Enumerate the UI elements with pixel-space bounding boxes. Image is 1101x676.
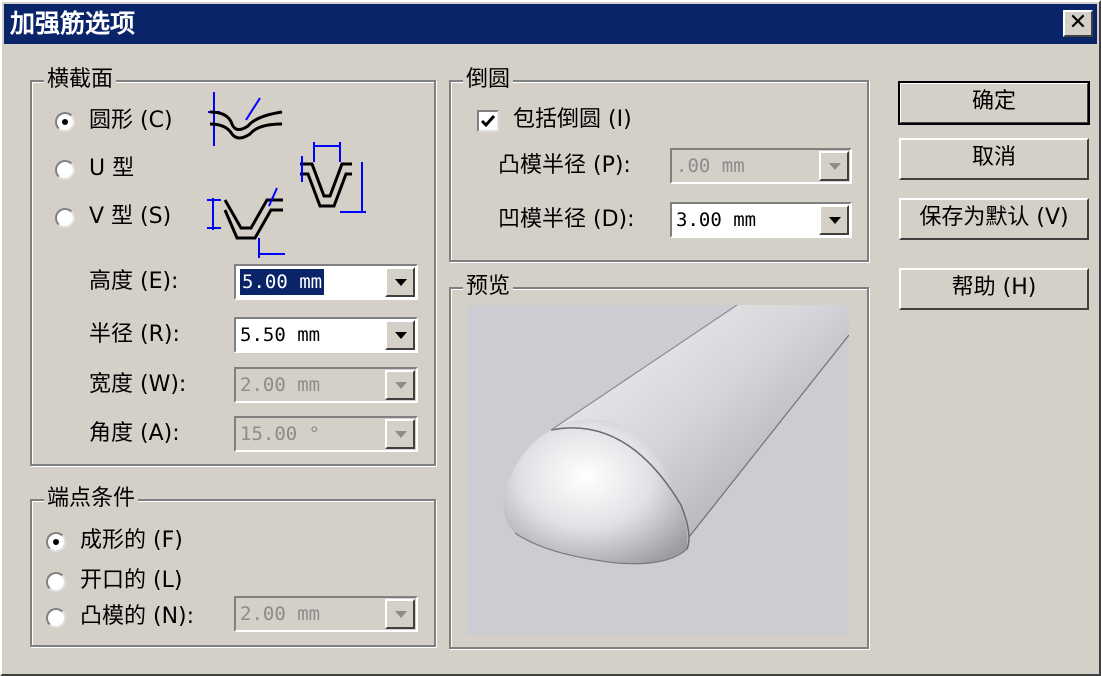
end-condition-legend: 端点条件 <box>44 485 139 513</box>
punch-combo: 2.00 mm <box>234 596 418 632</box>
radio-v-shape[interactable] <box>55 208 75 228</box>
radio-u-shape-label[interactable]: U 型 <box>89 155 134 183</box>
circular-profile-icon <box>208 92 283 146</box>
radio-circular-label[interactable]: 圆形 (C) <box>89 107 173 135</box>
chevron-down-icon[interactable] <box>385 267 415 297</box>
ok-button[interactable]: 确定 <box>898 81 1090 125</box>
help-button[interactable]: 帮助 (H) <box>899 268 1089 310</box>
radio-punch[interactable] <box>46 608 66 628</box>
radio-circular[interactable] <box>55 112 75 132</box>
width-combo: 2.00 mm <box>234 367 418 403</box>
checkmark-icon <box>480 115 496 128</box>
width-label: 宽度 (W): <box>89 372 187 397</box>
radius-label: 半径 (R): <box>89 322 180 347</box>
save-default-button[interactable]: 保存为默认 (V) <box>899 198 1089 240</box>
rib-preview-image <box>503 305 849 565</box>
include-fillet-label[interactable]: 包括倒圆 (I) <box>513 106 632 134</box>
punch-radius-value: .00 mm <box>676 155 745 177</box>
radio-formed-label[interactable]: 成形的 (F) <box>80 527 183 555</box>
punch-radius-combo: .00 mm <box>670 148 852 184</box>
include-fillet-checkbox[interactable] <box>477 110 499 132</box>
title-bar[interactable]: 加强筋选项 ✕ <box>4 4 1097 44</box>
radio-punch-label[interactable]: 凸模的 (N): <box>80 603 194 631</box>
chevron-down-icon <box>385 599 415 629</box>
dialog-title: 加强筋选项 <box>10 9 136 38</box>
dialog-window: 加强筋选项 ✕ 横截面 圆形 (C) U 型 V 型 (S) 高度 (E): 5… <box>0 0 1101 676</box>
cross-section-legend: 横截面 <box>44 66 117 94</box>
chevron-down-icon <box>385 370 415 400</box>
fillet-legend: 倒圆 <box>463 66 514 94</box>
punch-value: 2.00 mm <box>240 603 321 625</box>
radio-v-shape-label[interactable]: V 型 (S) <box>89 203 171 231</box>
chevron-down-icon <box>819 151 849 181</box>
radio-open[interactable] <box>46 572 66 592</box>
height-value[interactable]: 5.00 mm <box>240 269 325 295</box>
preview-canvas <box>467 305 849 635</box>
v-profile-icon <box>207 187 285 258</box>
radius-combo[interactable]: 5.50 mm <box>234 317 418 353</box>
cancel-button[interactable]: 取消 <box>899 138 1089 180</box>
height-combo[interactable]: 5.00 mm <box>234 264 418 300</box>
radio-open-label[interactable]: 开口的 (L) <box>80 567 182 595</box>
chevron-down-icon[interactable] <box>819 205 849 235</box>
chevron-down-icon <box>385 419 415 449</box>
punch-radius-label: 凸模半径 (P): <box>498 153 631 178</box>
die-radius-label: 凹模半径 (D): <box>498 207 635 232</box>
die-radius-combo[interactable]: 3.00 mm <box>670 202 852 238</box>
height-label: 高度 (E): <box>89 269 179 294</box>
radio-formed[interactable] <box>46 532 66 552</box>
radio-u-shape[interactable] <box>55 160 75 180</box>
chevron-down-icon[interactable] <box>385 320 415 350</box>
preview-legend: 预览 <box>463 273 514 301</box>
u-profile-icon <box>300 142 366 213</box>
angle-combo: 15.00 ° <box>234 416 418 452</box>
radius-value[interactable]: 5.50 mm <box>240 322 320 348</box>
width-value: 2.00 mm <box>240 374 321 396</box>
angle-label: 角度 (A): <box>89 421 180 446</box>
angle-value: 15.00 ° <box>240 423 321 445</box>
close-button[interactable]: ✕ <box>1063 10 1093 37</box>
die-radius-value[interactable]: 3.00 mm <box>676 207 756 233</box>
